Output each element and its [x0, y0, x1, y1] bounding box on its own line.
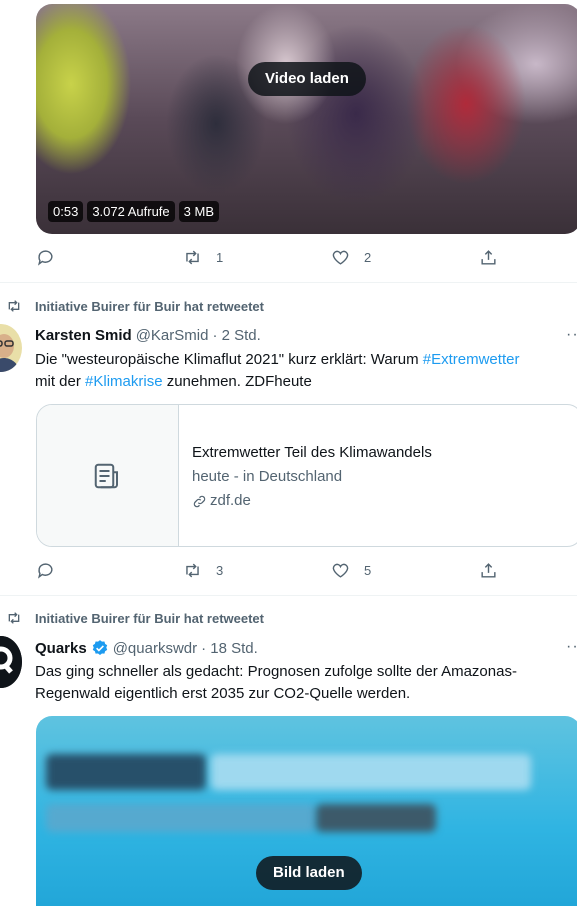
- video-views: 3.072 Aufrufe: [87, 201, 175, 222]
- reply-button[interactable]: [36, 248, 55, 267]
- avatar[interactable]: [0, 324, 22, 372]
- load-video-button[interactable]: Video laden: [248, 62, 366, 96]
- tweet-text: Die "westeuropäische Klimaflut 2021" kur…: [35, 349, 575, 393]
- more-icon[interactable]: ··: [566, 638, 577, 656]
- more-icon[interactable]: ··: [566, 326, 577, 344]
- tweet-text-part: zunehmen. ZDFheute: [162, 373, 312, 390]
- tweet-text-part: mit der: [35, 373, 86, 390]
- image-blur-region: [46, 804, 316, 832]
- reply-button[interactable]: [36, 561, 55, 580]
- retweeted-by-label[interactable]: Initiative Buirer für Buir hat retweetet: [35, 611, 264, 626]
- author-name[interactable]: Quarks: [35, 640, 87, 657]
- tweet-header: Karsten Smid @KarSmid · 2 Std.: [35, 327, 261, 344]
- like-icon: [332, 250, 349, 265]
- author-handle[interactable]: @quarkswdr: [113, 640, 197, 657]
- video-size: 3 MB: [178, 201, 219, 222]
- share-icon: [481, 250, 496, 265]
- share-button[interactable]: [479, 561, 498, 580]
- card-domain-row: zdf.de: [192, 489, 432, 513]
- link-card[interactable]: Extremwetter Teil des Klimawandels heute…: [36, 404, 577, 547]
- card-thumbnail: [37, 405, 179, 546]
- image-blur-region: [211, 754, 531, 790]
- reply-icon: [37, 250, 53, 266]
- like-count: 5: [364, 563, 372, 578]
- tweet-text-part: Die "westeuropäische Klimaflut 2021" kur…: [35, 351, 423, 368]
- avatar[interactable]: [0, 636, 22, 688]
- link-icon: [193, 495, 206, 507]
- author-name[interactable]: Karsten Smid: [35, 327, 132, 344]
- retweet-icon: [186, 250, 199, 265]
- retweet-button[interactable]: 3: [183, 561, 223, 580]
- load-image-button[interactable]: Bild laden: [256, 856, 362, 890]
- card-description: heute - in Deutschland: [192, 468, 343, 485]
- tweet-divider: [0, 282, 577, 283]
- image-blur-region: [46, 754, 206, 790]
- retweet-indicator-icon: [6, 298, 22, 319]
- tweet-text: Das ging schneller als gedacht: Prognose…: [35, 663, 517, 702]
- author-handle[interactable]: @KarSmid: [136, 327, 209, 344]
- retweet-button[interactable]: 1: [183, 248, 223, 267]
- like-icon: [332, 563, 349, 578]
- retweet-icon: [186, 563, 199, 578]
- video-player[interactable]: Video laden 0:53 3.072 Aufrufe 3 MB: [36, 4, 577, 234]
- tweet-time[interactable]: · 2 Std.: [212, 327, 260, 344]
- retweeted-by-label[interactable]: Initiative Buirer für Buir hat retweetet: [35, 299, 264, 314]
- reply-icon: [37, 563, 53, 579]
- like-count: 2: [364, 250, 372, 265]
- article-icon: [94, 463, 118, 489]
- hashtag-link[interactable]: #Extremwetter: [423, 351, 520, 368]
- tweet-image[interactable]: Bild laden: [36, 716, 577, 906]
- card-title: Extremwetter Teil des Klimawandels: [192, 444, 432, 461]
- tweet-header: Quarks @quarkswdr · 18 Std.: [35, 639, 258, 657]
- verified-icon: [92, 640, 107, 655]
- image-blur-region: [316, 804, 436, 832]
- card-body: Extremwetter Teil des Klimawandels heute…: [192, 441, 432, 513]
- card-domain: zdf.de: [210, 492, 251, 509]
- retweet-indicator-icon: [6, 610, 22, 631]
- tweet-divider: [0, 595, 577, 596]
- share-button[interactable]: [479, 248, 498, 267]
- retweet-count: 1: [216, 250, 224, 265]
- retweet-count: 3: [216, 563, 224, 578]
- tweet-time[interactable]: · 18 Std.: [201, 640, 258, 657]
- video-duration: 0:53: [48, 201, 84, 222]
- share-icon: [481, 563, 496, 578]
- video-meta: 0:53 3.072 Aufrufe 3 MB: [48, 201, 219, 222]
- like-button[interactable]: 2: [331, 248, 371, 267]
- hashtag-link[interactable]: #Klimakrise: [85, 373, 163, 390]
- like-button[interactable]: 5: [331, 561, 371, 580]
